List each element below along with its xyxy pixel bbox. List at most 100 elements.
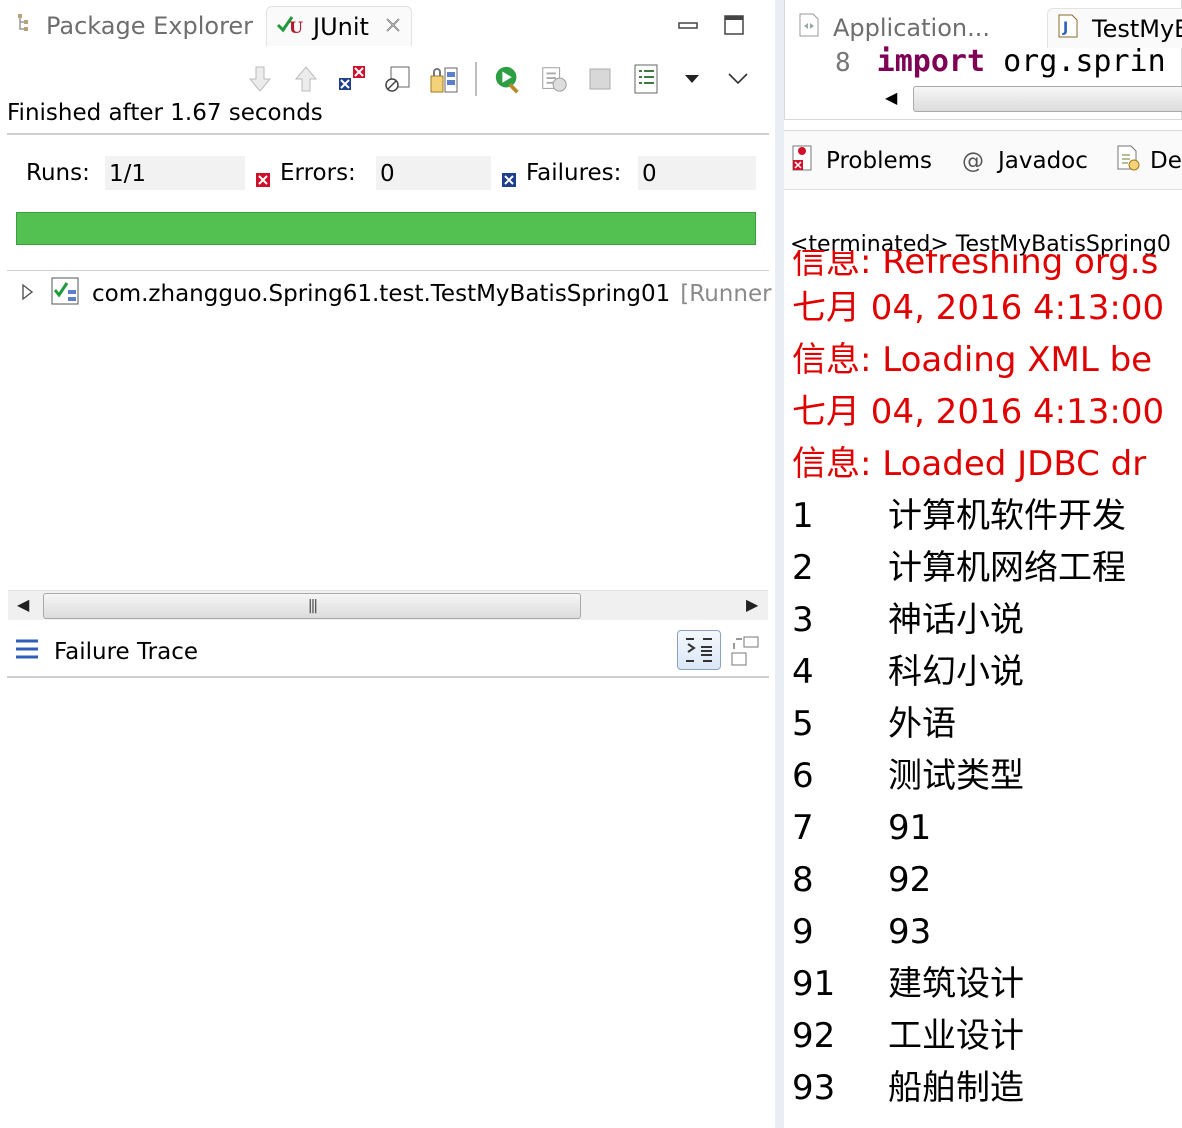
row-id: 3 [792,600,814,640]
result-row: 5 外语 [792,698,1182,750]
tab-label: Problems [826,148,933,174]
row-name: 船舶制造 [888,1068,1024,1108]
java-file-icon: J [1056,13,1080,45]
tab-junit[interactable]: U JUnit [266,6,412,46]
svg-text:U: U [289,18,303,37]
failure-trace-header: Failure Trace [14,635,198,669]
tab-package-explorer[interactable]: Package Explorer [14,6,253,46]
row-id: 92 [792,1016,836,1056]
run-status-text: Finished after 1.67 seconds [7,100,323,126]
declaration-icon [1114,143,1142,179]
line-number: 8 [835,48,851,78]
tab-javadoc[interactable]: @ Javadoc [962,143,1088,179]
row-id: 1 [792,496,814,536]
row-name: 工业设计 [888,1016,1024,1056]
test-runner-label: [Runner [680,281,772,307]
compare-result-icon[interactable] [730,635,760,671]
failure-icon [502,167,516,187]
result-row: 3 神话小说 [792,594,1182,646]
tab-application-xml[interactable]: Application... [797,8,990,48]
failures-label: Failures: [526,160,622,186]
test-run-history-icon[interactable] [631,64,661,94]
junit-view: Package Explorer U JUnit Finished after … [0,0,775,1128]
tab-label: Javadoc [998,148,1088,174]
divider [7,676,769,678]
result-row: 1 计算机软件开发 [792,490,1182,542]
next-failure-icon[interactable] [245,64,275,94]
divider [7,133,769,135]
result-rows: 1 计算机软件开发 2 计算机网络工程 3 神话小说 4 科幻小说 5 外语 6 测试类型 7 91 8 92… [792,490,1182,1114]
scroll-lock-icon[interactable] [383,64,413,94]
divider [7,270,769,271]
row-id: 6 [792,756,814,796]
rerun-failed-first-icon[interactable] [539,64,569,94]
result-row: 2 计算机网络工程 [792,542,1182,594]
code-line[interactable]: 8 import org.sprin [835,44,1166,79]
log-line: 信息: Loading XML be [792,340,1153,380]
result-row: 93 船舶制造 [792,1062,1182,1114]
filter-stack-trace-button[interactable] [677,630,721,670]
console-tab-bar: Problems @ Javadoc De [784,130,1182,190]
tab-declaration[interactable]: De [1114,143,1182,179]
horizontal-scrollbar[interactable]: ◀ ||| ▶ [8,590,768,620]
test-tree-item[interactable]: com.zhangguo.Spring61.test.TestMyBatisSp… [20,277,772,310]
view-menu-icon[interactable] [723,64,753,94]
row-name: 测试类型 [888,756,1024,796]
row-name: 神话小说 [888,600,1024,640]
row-id: 91 [792,964,836,1004]
result-row: 4 科幻小说 [792,646,1182,698]
errors-label: Errors: [280,160,356,186]
tab-label: TestMyB [1092,14,1182,43]
row-id: 7 [792,808,814,848]
console-output[interactable]: 信息: Refreshing org.s 七月 04, 2016 4:13:00 信… [792,250,1182,1128]
grip-icon: ||| [307,598,318,614]
filter-stack-icon [686,638,712,662]
junit-toolbar [245,58,753,100]
dropdown-arrow-icon[interactable] [677,64,707,94]
row-name: 计算机网络工程 [888,548,1126,588]
show-failures-only-icon[interactable] [337,64,367,94]
failure-trace-label: Failure Trace [54,639,198,665]
junit-icon: U [275,11,305,43]
runs-value: 1/1 [105,156,245,190]
history-icon[interactable] [429,64,459,94]
code-text: org.sprin [985,44,1166,79]
package-explorer-icon [14,11,38,41]
scrollbar-thumb[interactable]: ||| [43,593,581,619]
row-id: 93 [792,1068,836,1108]
stop-icon[interactable] [585,64,615,94]
log-line: 信息: Loaded JDBC dr [792,444,1147,484]
minimize-icon[interactable] [677,14,699,36]
log-lines: 信息: Refreshing org.s 七月 04, 2016 4:13:00 信… [792,250,1182,490]
rerun-test-icon[interactable] [493,64,523,94]
tab-label: JUnit [313,12,369,41]
tab-label: Application... [833,14,990,42]
result-row: 6 测试类型 [792,750,1182,802]
errors-value: 0 [376,156,491,190]
runs-label: Runs: [26,160,90,186]
row-name: 93 [888,912,932,952]
row-id: 5 [792,704,814,744]
row-id: 8 [792,860,814,900]
scroll-left-icon[interactable]: ◀ [17,595,29,614]
log-line: 信息: Refreshing org.s [792,250,1159,282]
row-id: 2 [792,548,814,588]
close-icon[interactable] [383,13,403,41]
scroll-right-icon[interactable]: ▶ [746,595,758,614]
previous-failure-icon[interactable] [291,64,321,94]
row-name: 科幻小说 [888,652,1024,692]
editor-scrollbar-thumb[interactable]: ||| [913,86,1182,112]
tab-test-java[interactable]: J TestMyB [1047,8,1182,48]
test-progress-bar [16,212,756,245]
row-name: 外语 [888,704,956,744]
row-name: 92 [888,860,932,900]
editor-area: Application... J TestMyB 8 import org.spr… [784,0,1182,120]
javadoc-icon: @ [962,148,984,174]
expand-arrow-icon[interactable] [20,281,34,307]
tab-problems[interactable]: Problems [790,143,932,179]
result-row: 8 92 [792,854,1182,906]
scroll-left-icon[interactable]: ◀ [885,88,897,107]
tab-label: De [1150,148,1182,174]
maximize-icon[interactable] [723,14,745,36]
pane-divider[interactable] [775,0,784,1128]
